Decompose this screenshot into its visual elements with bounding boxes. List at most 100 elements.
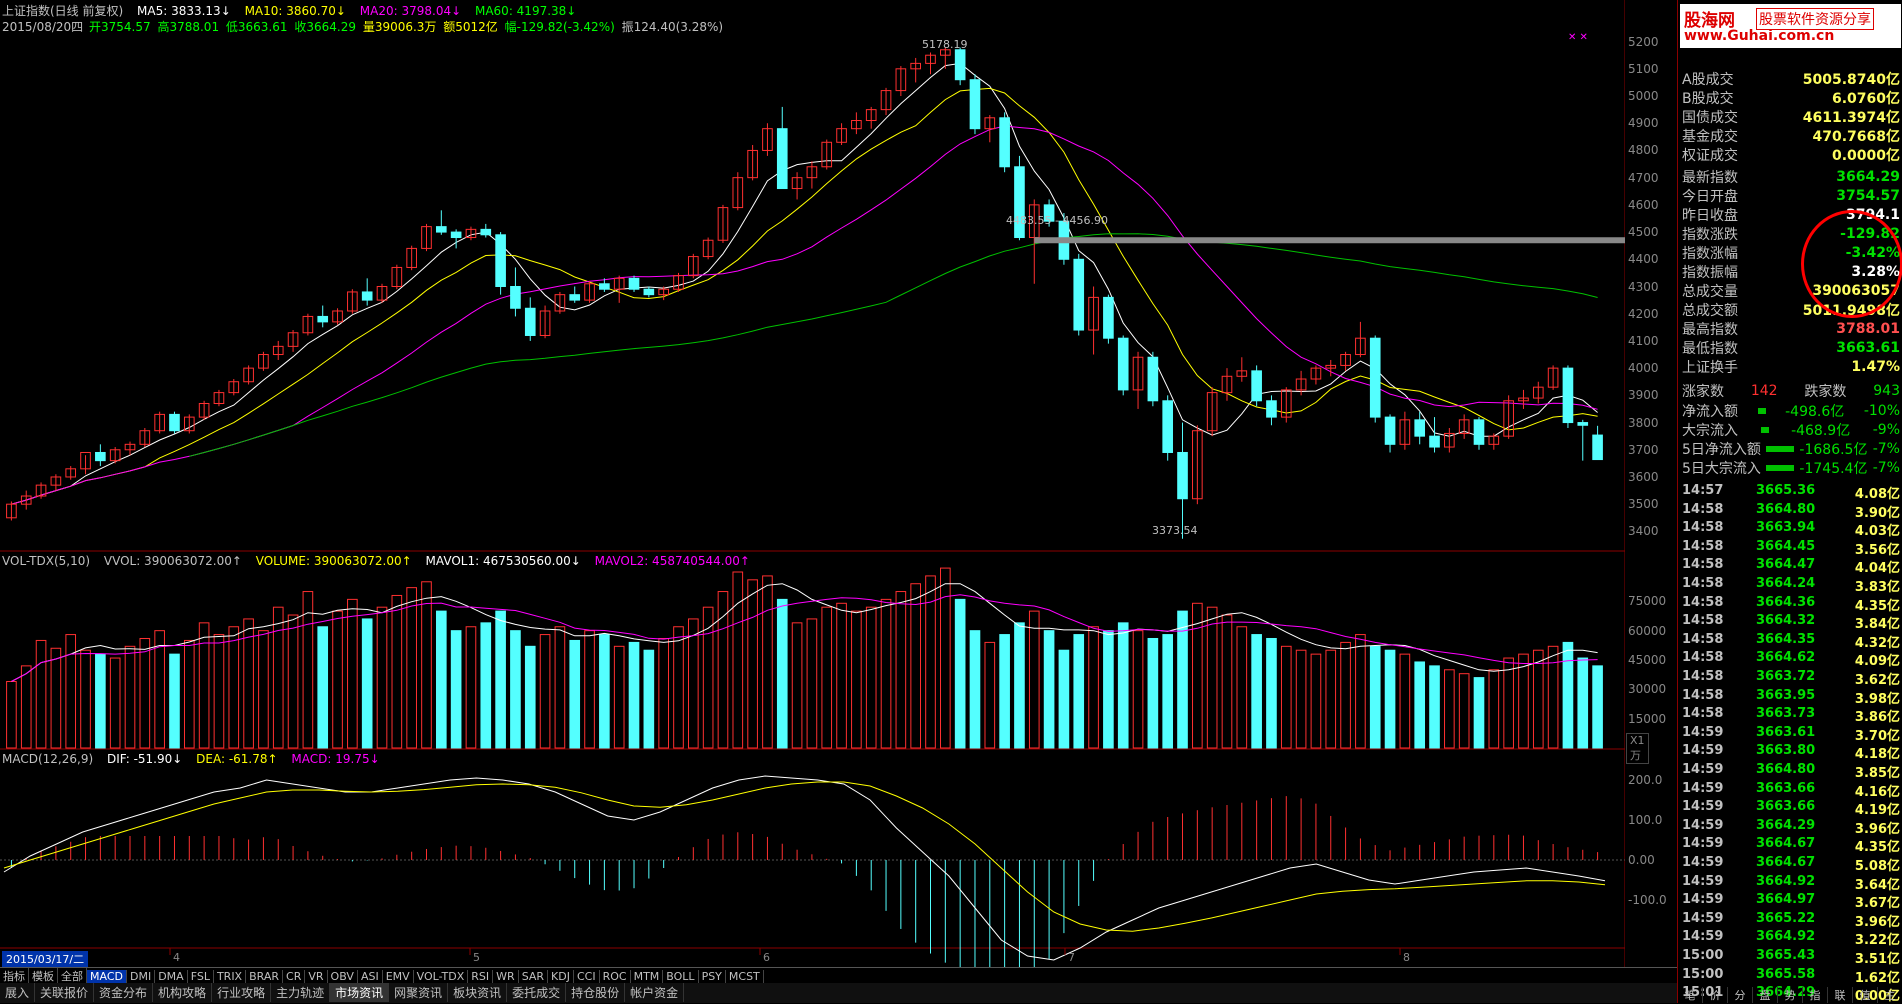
tick-row: 15:00 3665.43 3.51亿 bbox=[1682, 947, 1900, 967]
ma5-line bbox=[11, 62, 1598, 505]
right-tab[interactable]: 势 bbox=[1778, 987, 1803, 1003]
bottom-tab[interactable]: 市场资讯 bbox=[330, 983, 390, 1002]
candle-down bbox=[1266, 400, 1277, 418]
bottom-tab[interactable]: 关联报价 bbox=[35, 983, 95, 1002]
indicator-tab-trix[interactable]: TRIX bbox=[214, 970, 247, 983]
indicator-tab-sar[interactable]: SAR bbox=[519, 970, 549, 983]
candle-down bbox=[435, 226, 447, 233]
right-tab[interactable]: 笔 bbox=[1678, 987, 1703, 1003]
indicator-tab-dma[interactable]: DMA bbox=[155, 970, 188, 983]
tick-row: 14:58 3663.95 3.98亿 bbox=[1682, 687, 1900, 707]
close-icons[interactable]: ✕ ✕ bbox=[1568, 32, 1588, 43]
indicator-tab-全部[interactable]: 全部 bbox=[58, 968, 87, 984]
right-tab[interactable]: 联 bbox=[1828, 987, 1853, 1003]
volume-value: VOLUME: 390063072.00↑ bbox=[255, 554, 412, 568]
tick-price: 3664.24 bbox=[1756, 576, 1816, 591]
ma20-value: MA20: 3798.04↓ bbox=[359, 4, 462, 18]
volume-bar-up bbox=[851, 610, 862, 749]
volume-bar-up bbox=[1518, 653, 1529, 749]
indicator-tab-macd[interactable]: MACD bbox=[87, 970, 127, 983]
tick-price: 3664.80 bbox=[1756, 762, 1816, 777]
stat-label: 总成交量 bbox=[1682, 284, 1738, 301]
indicator-tab-指标[interactable]: 指标 bbox=[0, 968, 29, 984]
bottom-tab[interactable]: 机构攻略 bbox=[153, 983, 213, 1002]
indicator-tab-rsi[interactable]: RSI bbox=[468, 970, 494, 983]
volume-bar-up bbox=[139, 637, 151, 749]
volume-bar-up bbox=[658, 637, 669, 749]
tick-row: 14:58 3663.73 3.86亿 bbox=[1682, 705, 1900, 725]
volume-bar-up bbox=[806, 618, 818, 749]
indicator-tab-mcst[interactable]: MCST bbox=[726, 970, 764, 983]
volume-bar-up bbox=[984, 641, 996, 749]
indicator-tab-asi[interactable]: ASI bbox=[358, 970, 383, 983]
right-tab[interactable]: 分 bbox=[1728, 987, 1753, 1003]
volume-bar-up bbox=[1221, 614, 1233, 749]
indicator-tab-emv[interactable]: EMV bbox=[383, 970, 414, 983]
tick-price: 3664.47 bbox=[1756, 557, 1816, 573]
volume-bar-up bbox=[109, 657, 121, 749]
bottom-tab[interactable]: 资金分布 bbox=[94, 983, 154, 1002]
volume-bar-down bbox=[450, 630, 462, 749]
indicator-tab-mtm[interactable]: MTM bbox=[631, 970, 664, 983]
bottom-tab[interactable]: 主力轨迹 bbox=[271, 983, 331, 1002]
chart-canvas[interactable]: 4 5 6 7 8 bbox=[0, 0, 1625, 983]
right-tab[interactable]: 盘 bbox=[1753, 987, 1778, 1003]
logo-slogan: 股票软件资源分享 bbox=[1756, 8, 1874, 30]
vol-unit-label: X1万 bbox=[1626, 733, 1649, 764]
bottom-tab[interactable]: 行业攻略 bbox=[212, 983, 272, 1002]
tick-price: 3664.92 bbox=[1756, 873, 1816, 889]
tick-row: 15:00 3665.58 1.62亿 bbox=[1682, 966, 1900, 986]
volume-bar-down bbox=[169, 653, 180, 749]
tick-price: 3663.72 bbox=[1756, 669, 1816, 684]
kline-chart-area[interactable]: 4 5 6 7 8 上证指数(日线 前复权) MA5: 3833.13↓ MA10: 3… bbox=[0, 0, 1651, 999]
indicator-tab-kdj[interactable]: KDJ bbox=[548, 970, 574, 983]
vol-scale-label: 60000 bbox=[1628, 623, 1667, 638]
stat-label: B股成交 bbox=[1682, 91, 1734, 108]
tick-time: 14:59 bbox=[1682, 929, 1724, 945]
indicator-tab-模板[interactable]: 模板 bbox=[29, 968, 58, 984]
candle-down bbox=[1103, 296, 1114, 339]
right-tab[interactable]: 指 bbox=[1803, 987, 1828, 1003]
right-tab[interactable]: 价 bbox=[1703, 987, 1728, 1003]
up-count: 142 bbox=[1750, 383, 1778, 400]
right-tab[interactable]: 主 bbox=[1878, 987, 1902, 1003]
site-logo: 股海网 股票软件资源分享 www.Guhai.com.cn bbox=[1680, 4, 1901, 48]
tick-time: 14:58 bbox=[1682, 594, 1724, 610]
bottom-tab[interactable]: 网聚资讯 bbox=[389, 983, 449, 1002]
bottom-tab[interactable]: 板块资讯 bbox=[448, 983, 508, 1002]
volume-bar-up bbox=[272, 606, 284, 749]
indicator-tab-boll[interactable]: BOLL bbox=[663, 970, 699, 983]
tick-price: 3663.61 bbox=[1756, 724, 1816, 740]
indicator-tab-obv[interactable]: OBV bbox=[328, 970, 358, 983]
indicator-tab-vr[interactable]: VR bbox=[305, 970, 328, 983]
volume-bar-up bbox=[732, 571, 744, 749]
bottom-tab[interactable]: 委托成交 bbox=[507, 983, 567, 1002]
indicator-tab-fsl[interactable]: FSL bbox=[188, 970, 214, 983]
price-scale-label: 3600 bbox=[1628, 469, 1659, 484]
tick-row: 14:58 3664.45 3.56亿 bbox=[1682, 538, 1900, 558]
bottom-tab[interactable]: 展入 bbox=[0, 983, 36, 1002]
tick-row: 14:59 3664.29 3.96亿 bbox=[1682, 817, 1900, 837]
indicator-tab-cr[interactable]: CR bbox=[283, 970, 306, 983]
bottom-tab[interactable]: 帐户资金 bbox=[625, 983, 685, 1002]
flow-percent: -7% bbox=[1872, 441, 1900, 458]
indicator-tab-brar[interactable]: BRAR bbox=[246, 970, 284, 983]
tick-row: 14:58 3664.32 3.84亿 bbox=[1682, 612, 1900, 632]
indicator-tab-wr[interactable]: WR bbox=[493, 970, 519, 983]
price-scale-label: 5100 bbox=[1628, 61, 1659, 76]
indicator-tab-cci[interactable]: CCI bbox=[574, 970, 600, 983]
right-tab[interactable]: 值 bbox=[1853, 987, 1878, 1003]
indicator-tab-dmi[interactable]: DMI bbox=[127, 970, 156, 983]
indicator-tab-roc[interactable]: ROC bbox=[600, 970, 631, 983]
volume-bar-up bbox=[1310, 653, 1322, 749]
tick-price: 3664.29 bbox=[1756, 817, 1816, 833]
tick-row: 14:59 3664.80 3.85亿 bbox=[1682, 761, 1900, 781]
indicator-tab-psy[interactable]: PSY bbox=[699, 970, 726, 983]
volume-bar-up bbox=[1028, 610, 1040, 749]
stat-label: 昨日收盘 bbox=[1682, 208, 1738, 225]
indicator-tab-vol-tdx[interactable]: VOL-TDX bbox=[414, 970, 469, 983]
stat-value: 470.7668亿 bbox=[1812, 129, 1900, 146]
bottom-tab[interactable]: 持仓股份 bbox=[566, 983, 626, 1002]
tick-price: 3665.58 bbox=[1756, 966, 1816, 982]
stat-label: 最低指数 bbox=[1682, 341, 1738, 358]
